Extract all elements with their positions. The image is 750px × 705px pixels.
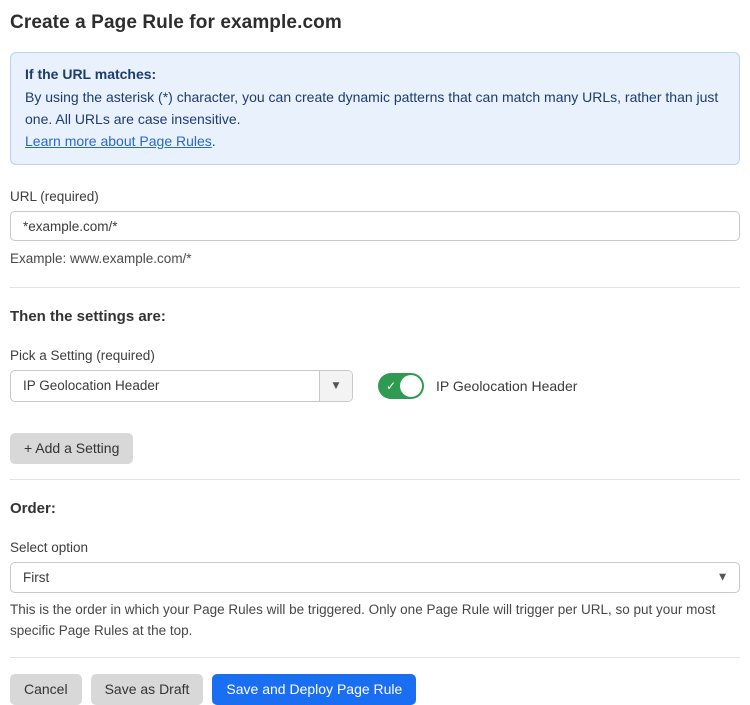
chevron-down-icon: ▼ xyxy=(719,573,726,582)
form-actions: Cancel Save as Draft Save and Deploy Pag… xyxy=(10,674,740,705)
url-field-label: URL (required) xyxy=(10,189,740,204)
cancel-button[interactable]: Cancel xyxy=(10,674,82,705)
ip-geolocation-toggle[interactable]: ✓ xyxy=(378,373,424,399)
setting-dropdown-button[interactable]: ▼ xyxy=(319,371,352,401)
info-box-heading: If the URL matches: xyxy=(25,63,725,85)
link-suffix: . xyxy=(212,133,216,149)
chevron-down-icon: ▼ xyxy=(333,382,340,391)
setting-dropdown-value: IP Geolocation Header xyxy=(11,371,319,401)
toggle-knob xyxy=(400,375,422,397)
info-box-body: By using the asterisk (*) character, you… xyxy=(25,86,725,130)
order-select-value: First xyxy=(11,563,739,592)
divider xyxy=(10,479,740,480)
divider xyxy=(10,657,740,658)
info-box-link-line: Learn more about Page Rules. xyxy=(25,130,725,152)
url-input[interactable] xyxy=(10,211,740,241)
settings-section-heading: Then the settings are: xyxy=(10,308,740,325)
add-setting-row: + Add a Setting xyxy=(10,433,740,464)
learn-more-link[interactable]: Learn more about Page Rules xyxy=(25,133,212,149)
setting-dropdown[interactable]: IP Geolocation Header ▼ xyxy=(10,370,353,402)
pick-setting-label: Pick a Setting (required) xyxy=(10,348,740,363)
select-option-label: Select option xyxy=(10,540,740,555)
save-and-deploy-button[interactable]: Save and Deploy Page Rule xyxy=(212,674,416,705)
url-match-info-box: If the URL matches: By using the asteris… xyxy=(10,52,740,165)
setting-picker-row: IP Geolocation Header ▼ ✓ IP Geolocation… xyxy=(10,370,740,402)
order-helper-text: This is the order in which your Page Rul… xyxy=(10,599,740,641)
order-section-heading: Order: xyxy=(10,500,740,517)
check-icon: ✓ xyxy=(386,379,396,393)
divider xyxy=(10,287,740,288)
page-title: Create a Page Rule for example.com xyxy=(10,12,740,34)
url-field-helper: Example: www.example.com/* xyxy=(10,248,740,269)
save-as-draft-button[interactable]: Save as Draft xyxy=(91,674,204,705)
order-select[interactable]: First ▼ xyxy=(10,562,740,593)
add-setting-button[interactable]: + Add a Setting xyxy=(10,433,133,464)
toggle-label: IP Geolocation Header xyxy=(436,378,577,394)
